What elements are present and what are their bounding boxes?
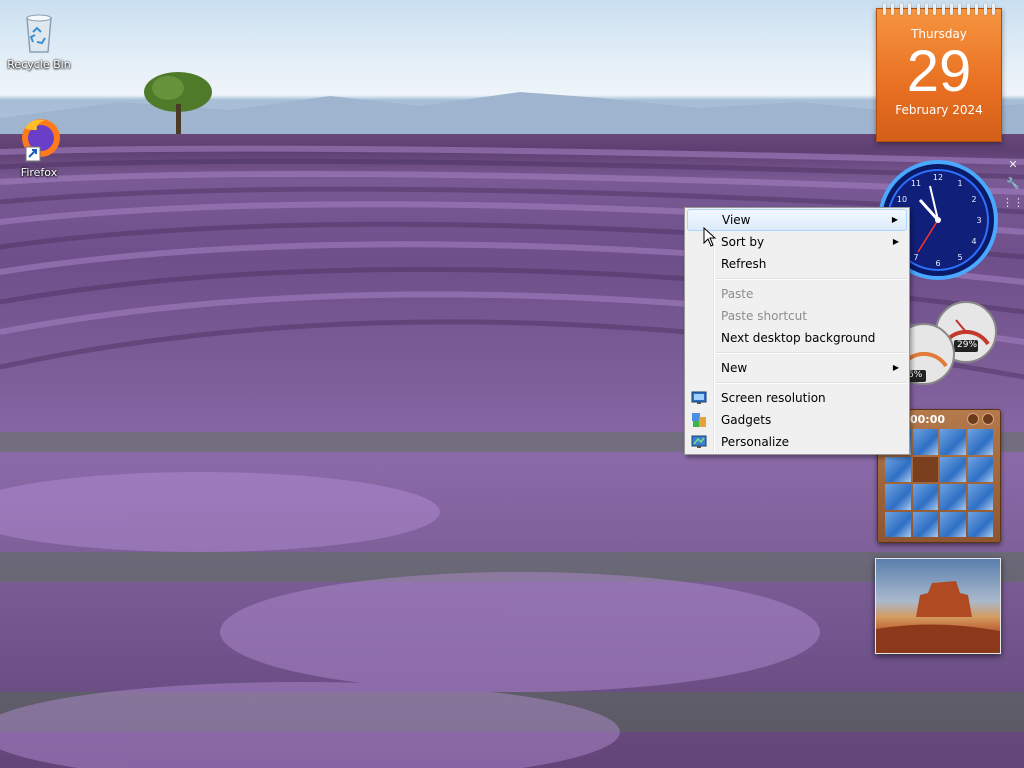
desktop-icon-label: Recycle Bin (7, 58, 71, 71)
menu-separator (715, 382, 907, 384)
firefox-icon (15, 116, 63, 164)
memory-usage-label: 29% (957, 340, 978, 350)
menu-item-label: View (722, 213, 751, 227)
menu-item-label: Paste (721, 287, 754, 301)
recycle-bin-icon (15, 8, 63, 56)
puzzle-tile[interactable] (967, 511, 993, 537)
svg-text:4: 4 (971, 237, 976, 246)
cpu-usage-label: 6% (908, 370, 923, 380)
puzzle-tile[interactable] (912, 511, 938, 537)
submenu-arrow-icon: ▶ (892, 237, 899, 246)
puzzle-tile[interactable] (940, 511, 966, 537)
svg-text:12: 12 (933, 173, 943, 182)
svg-text:7: 7 (913, 253, 918, 262)
menu-item-new[interactable]: New ▶ (687, 357, 907, 379)
menu-item-label: Gadgets (721, 413, 772, 427)
puzzle-tile[interactable] (967, 429, 993, 455)
svg-text:11: 11 (911, 179, 921, 188)
puzzle-tile[interactable] (940, 429, 966, 455)
puzzle-empty-slot (912, 456, 938, 482)
menu-item-refresh[interactable]: Refresh (687, 253, 907, 275)
puzzle-tile[interactable] (912, 429, 938, 455)
calendar-rings (883, 3, 995, 15)
menu-item-label: Refresh (721, 257, 767, 271)
puzzle-tile[interactable] (940, 456, 966, 482)
wrench-icon[interactable]: 🔧 (1006, 177, 1020, 190)
menu-item-next-desktop-background[interactable]: Next desktop background (687, 327, 907, 349)
menu-item-label: Personalize (721, 435, 790, 449)
gadgets-icon (692, 413, 706, 427)
slideshow-gadget[interactable] (875, 558, 1001, 654)
desktop-icon-firefox[interactable]: Firefox (3, 116, 75, 179)
submenu-arrow-icon: ▶ (892, 363, 899, 372)
svg-text:2: 2 (971, 195, 976, 204)
wallpaper-tree (144, 72, 212, 134)
puzzle-controls (967, 413, 994, 425)
puzzle-tile[interactable] (940, 484, 966, 510)
svg-text:10: 10 (897, 195, 907, 204)
menu-item-label: Screen resolution (721, 391, 826, 405)
cpu-meter-gadget[interactable]: 29% 6% (893, 300, 1000, 388)
puzzle-tile[interactable] (885, 456, 911, 482)
menu-item-sort-by[interactable]: Sort by ▶ (687, 231, 907, 253)
puzzle-tile[interactable] (912, 484, 938, 510)
personalize-icon (691, 435, 707, 448)
svg-text:1: 1 (957, 179, 962, 188)
menu-item-gadgets[interactable]: Gadgets (687, 409, 907, 431)
gadget-toolbar: ✕ 🔧 ⋮⋮ (1002, 158, 1024, 218)
puzzle-tile[interactable] (885, 484, 911, 510)
calendar-month-year: February 2024 (895, 103, 983, 117)
puzzle-tile[interactable] (967, 484, 993, 510)
svg-text:6: 6 (935, 259, 940, 268)
menu-item-personalize[interactable]: Personalize (687, 431, 907, 453)
slideshow-image (876, 581, 1000, 653)
desktop-icon-label: Firefox (20, 166, 58, 179)
desktop-context-menu: View ▶ Sort by ▶ Refresh Paste Paste sho… (684, 207, 910, 455)
menu-separator (715, 278, 907, 280)
menu-item-label: Sort by (721, 235, 765, 249)
svg-text:5: 5 (957, 253, 962, 262)
menu-item-paste-shortcut[interactable]: Paste shortcut (687, 305, 907, 327)
menu-item-screen-resolution[interactable]: Screen resolution (687, 387, 907, 409)
desktop-icon-recycle-bin[interactable]: Recycle Bin (3, 8, 75, 71)
menu-item-label: Next desktop background (721, 331, 876, 345)
menu-item-view[interactable]: View ▶ (687, 209, 907, 231)
screen-resolution-icon (691, 391, 707, 404)
menu-separator (715, 352, 907, 354)
svg-text:3: 3 (976, 216, 981, 225)
menu-item-paste[interactable]: Paste (687, 283, 907, 305)
menu-item-label: New (721, 361, 748, 375)
mouse-cursor-icon (703, 227, 717, 247)
puzzle-timer: 00:00 (910, 413, 946, 426)
close-icon[interactable]: ✕ (1008, 158, 1017, 171)
desktop[interactable]: Recycle Bin Firefox Thursday 29 February… (0, 0, 1024, 768)
puzzle-tile[interactable] (967, 456, 993, 482)
drag-handle-icon[interactable]: ⋮⋮ (1002, 196, 1024, 209)
calendar-day: 29 (906, 39, 972, 104)
puzzle-help-icon[interactable] (967, 413, 979, 425)
menu-item-label: Paste shortcut (721, 309, 807, 323)
calendar-gadget[interactable]: Thursday 29 February 2024 (876, 3, 1002, 142)
puzzle-pause-icon[interactable] (982, 413, 994, 425)
submenu-arrow-icon: ▶ (891, 215, 898, 224)
puzzle-tile[interactable] (885, 511, 911, 537)
